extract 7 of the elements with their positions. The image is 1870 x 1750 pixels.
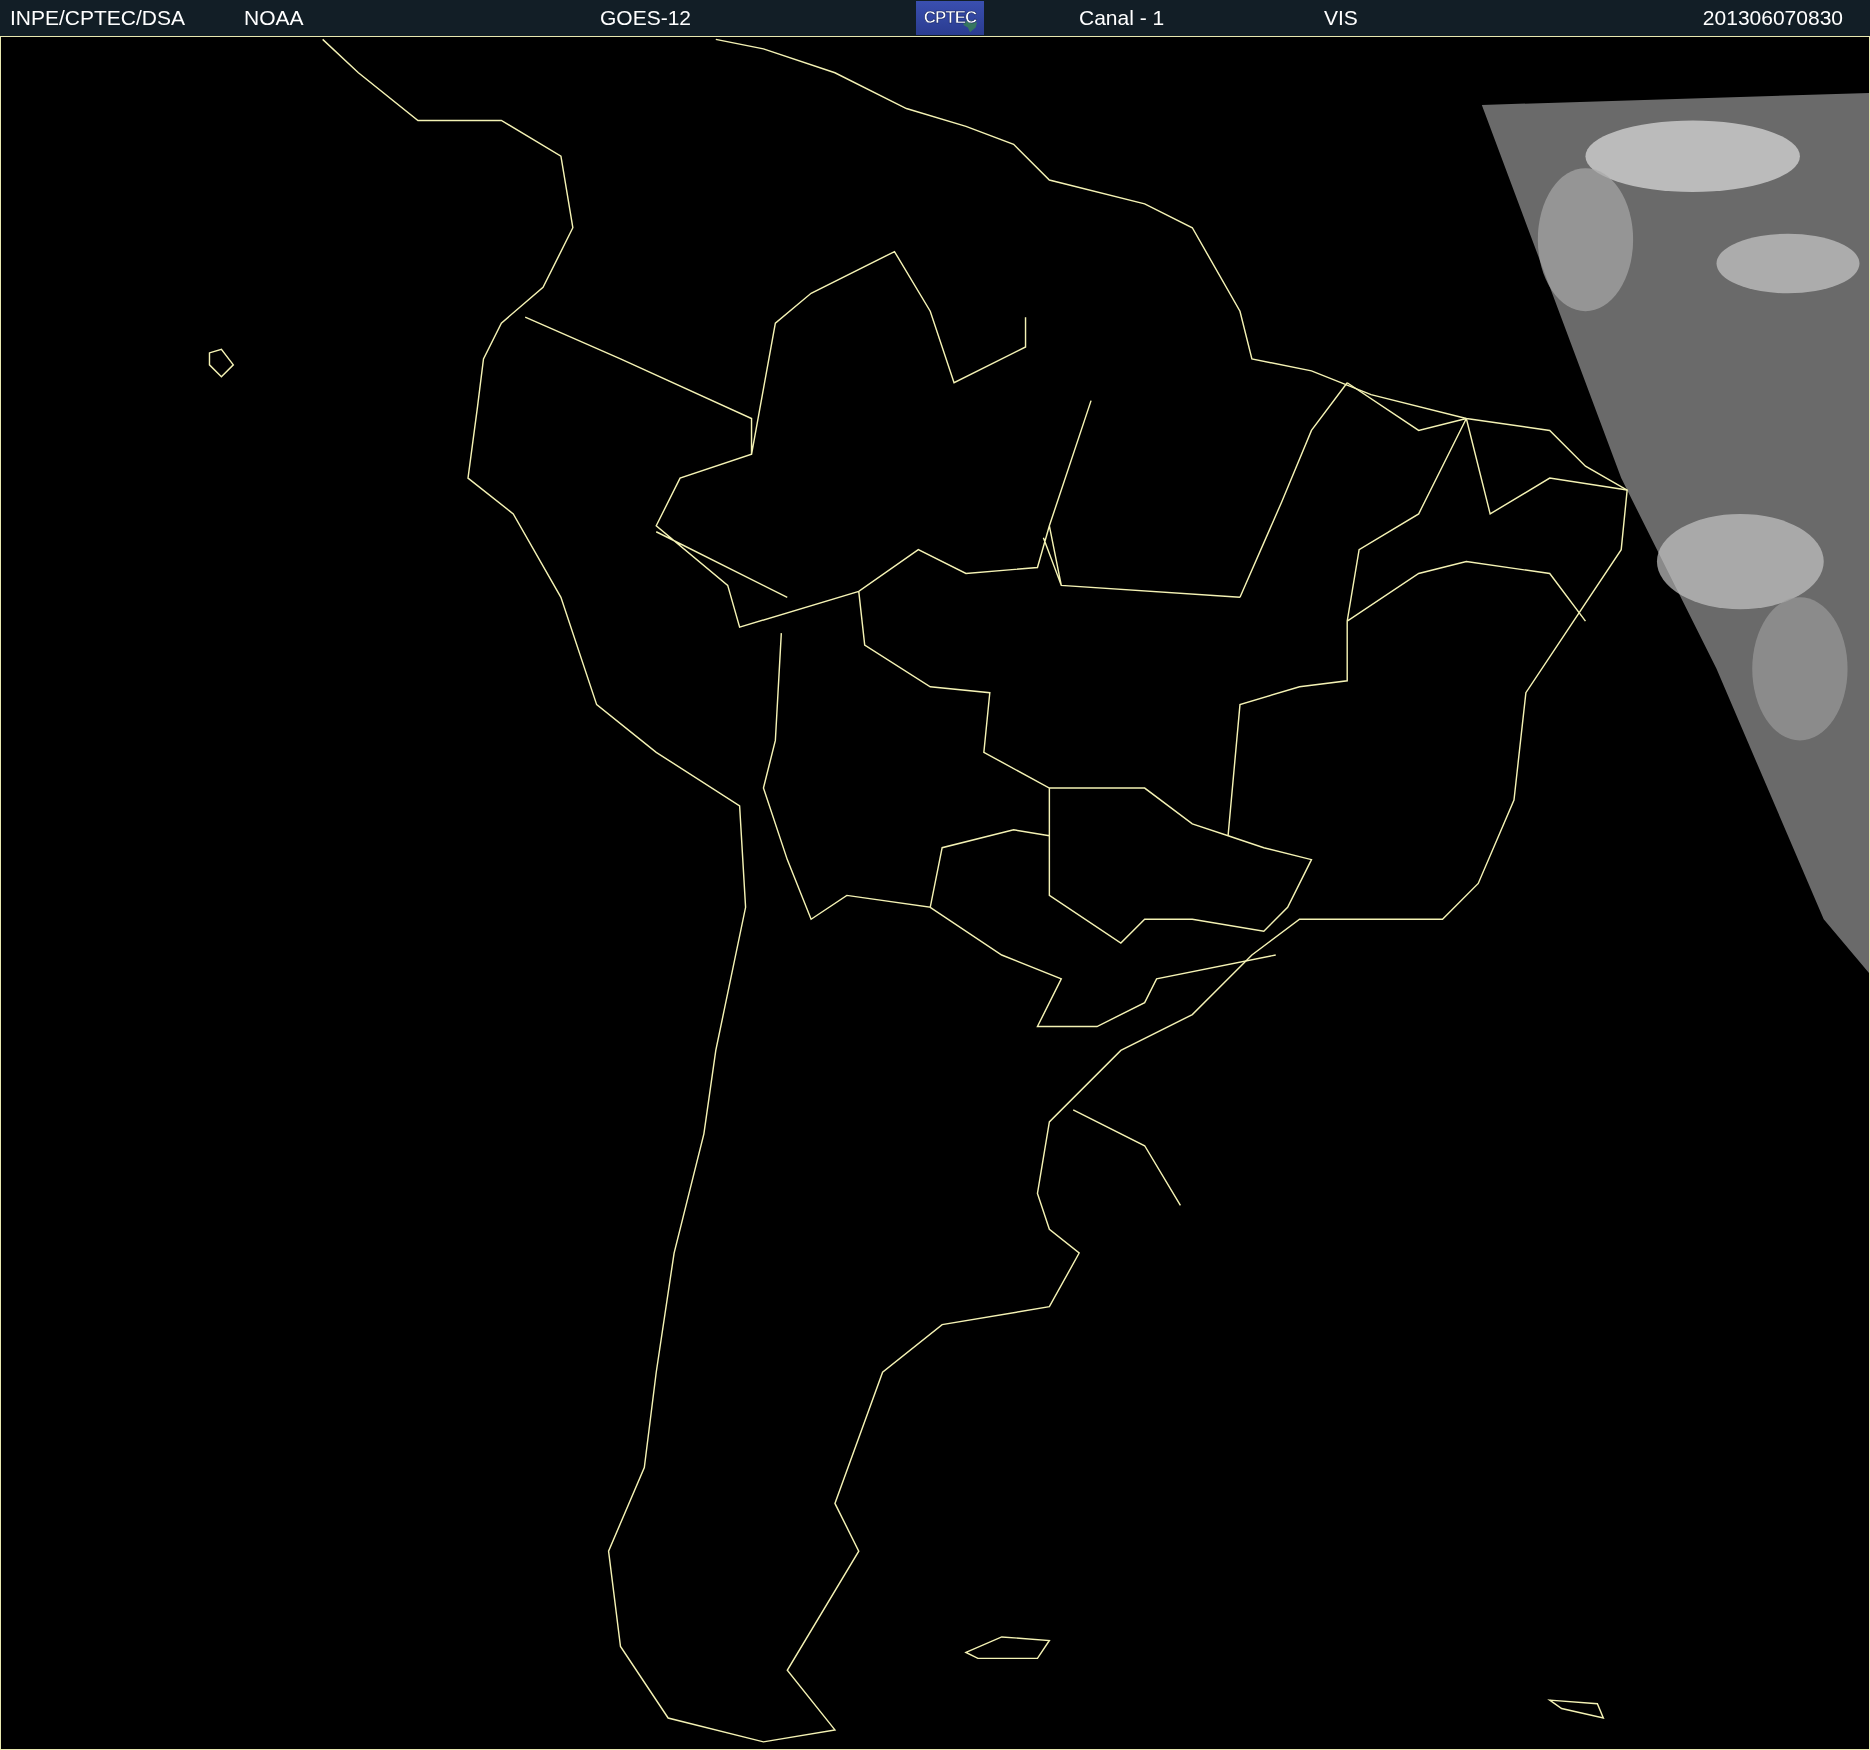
header-label: NOAA xyxy=(244,6,304,30)
header-label: INPE/CPTEC/DSA xyxy=(10,6,186,30)
cptec-logo: CPTEC xyxy=(916,1,984,35)
header-label: Canal - 1 xyxy=(1079,6,1165,30)
header-label: 201306070830 xyxy=(1702,6,1843,30)
header-label: GOES-12 xyxy=(600,6,692,30)
header-label: VIS xyxy=(1324,6,1358,30)
